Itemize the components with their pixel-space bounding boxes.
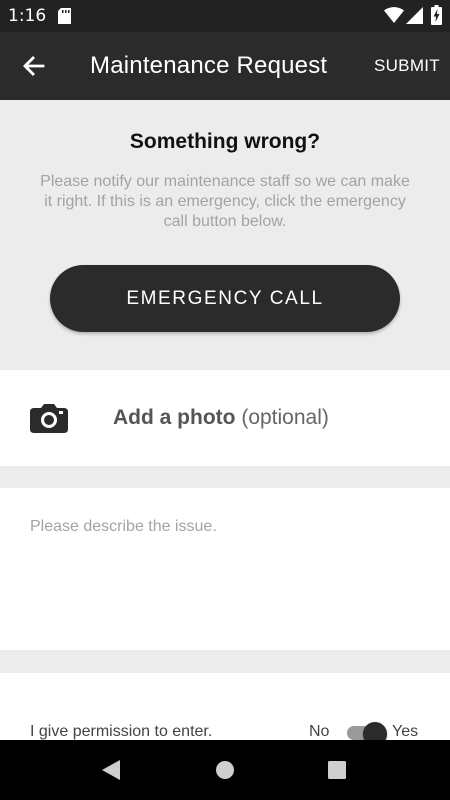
battery-charging-icon — [431, 5, 442, 25]
toggle-thumb — [363, 722, 387, 740]
main-content: Something wrong? Please notify our maint… — [0, 100, 450, 740]
nav-back-icon[interactable] — [102, 760, 120, 780]
nav-home-icon[interactable] — [215, 760, 235, 780]
add-photo-card[interactable]: Add a photo (optional) — [0, 370, 450, 466]
permission-no-label: No — [309, 723, 330, 740]
sd-card-icon — [58, 8, 71, 24]
section-heading: Something wrong? — [129, 130, 321, 153]
signal-icon — [406, 7, 423, 24]
permission-toggle[interactable] — [347, 722, 387, 740]
permission-card: I give permission to enter. No Yes — [0, 673, 450, 740]
optional-text: (optional) — [241, 406, 329, 429]
wifi-icon — [384, 7, 404, 23]
camera-icon — [30, 404, 68, 433]
submit-button[interactable]: SUBMIT — [374, 56, 440, 76]
system-nav-bar — [0, 740, 450, 800]
permission-yes-label: Yes — [392, 723, 419, 740]
description-card — [0, 488, 450, 650]
add-photo-text: Add a photo — [113, 406, 236, 429]
emergency-call-button[interactable]: EMERGENCY CALL — [50, 265, 400, 332]
status-time: 1:16 — [8, 6, 47, 26]
intro-description: Please notify our maintenance staff so w… — [40, 173, 410, 230]
arrow-left-icon[interactable] — [20, 52, 48, 80]
app-bar: Maintenance Request SUBMIT — [0, 32, 450, 100]
page-title: Maintenance Request — [90, 52, 328, 79]
nav-recents-icon[interactable] — [328, 761, 346, 779]
issue-description-input[interactable] — [0, 488, 450, 650]
status-bar: 1:16 — [0, 0, 450, 32]
add-photo-label: Add a photo (optional) — [113, 406, 329, 430]
permission-label: I give permission to enter. — [30, 723, 213, 740]
